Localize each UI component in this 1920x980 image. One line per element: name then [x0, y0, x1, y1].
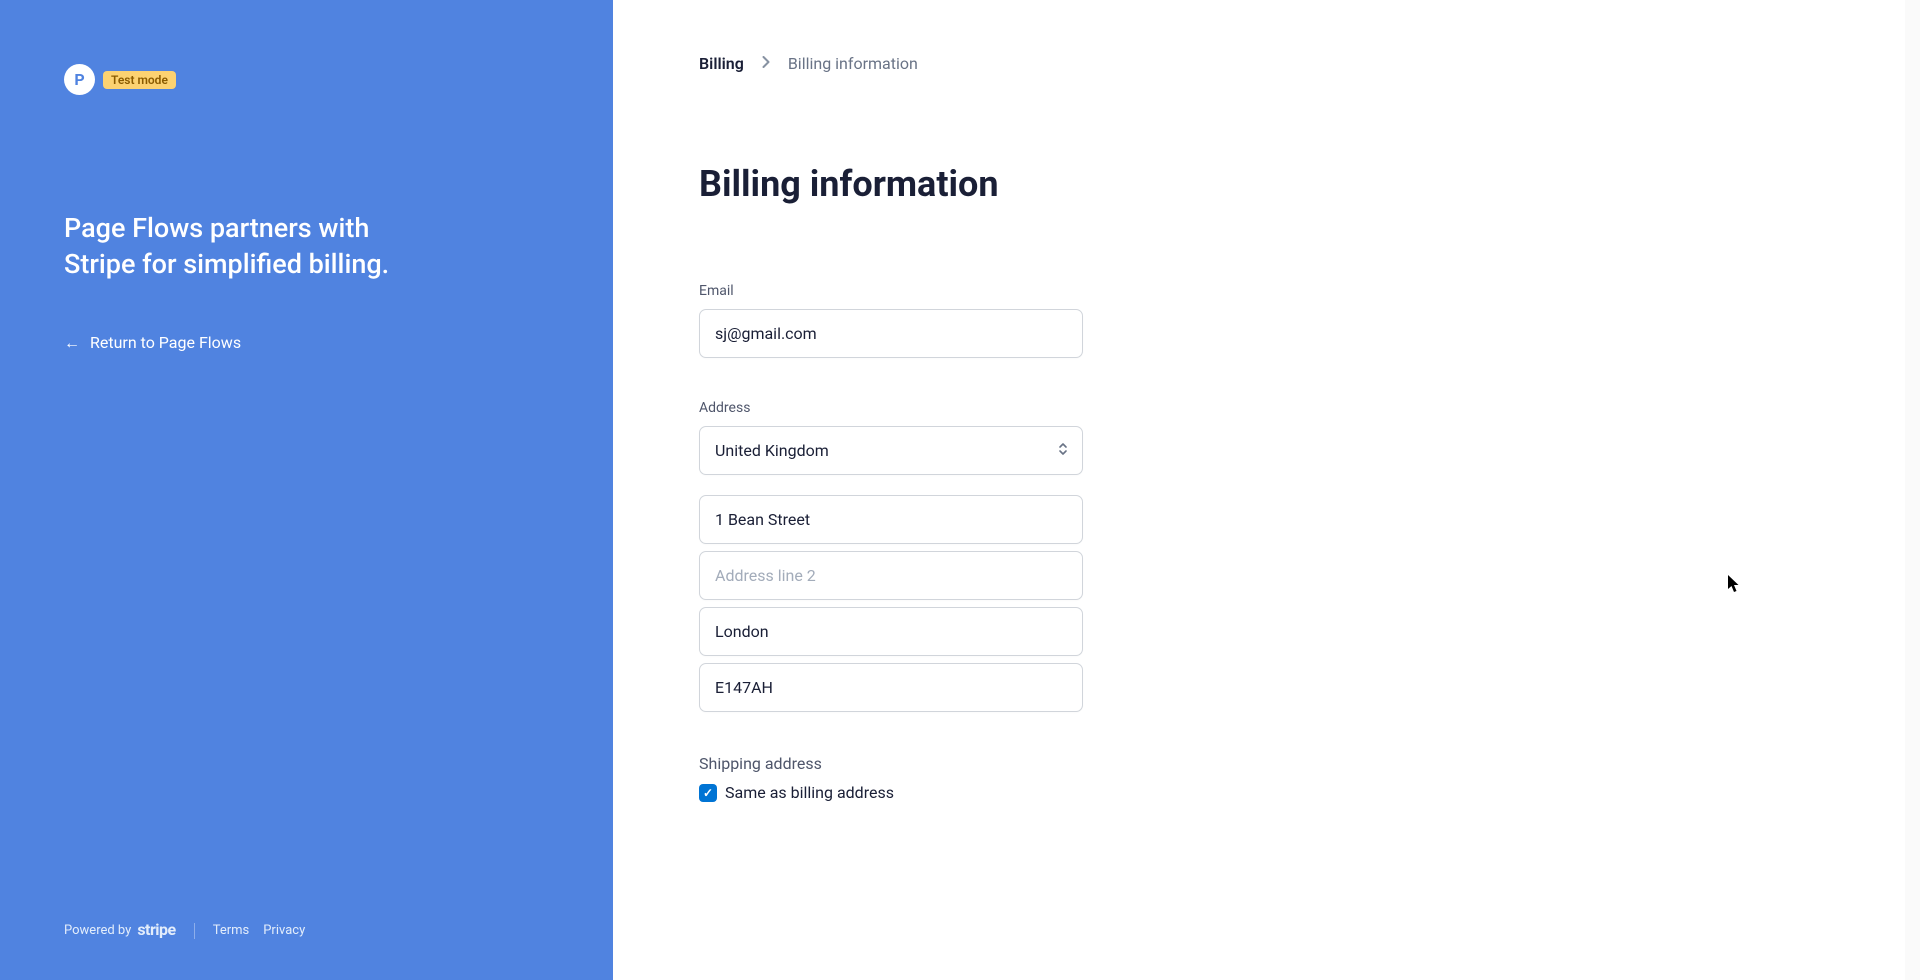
address-label: Address	[699, 400, 1083, 416]
scrollbar[interactable]	[1905, 0, 1920, 980]
footer-divider	[194, 923, 195, 939]
footer: Powered by stripe Terms Privacy	[64, 921, 305, 940]
chevron-right-icon	[762, 56, 770, 72]
same-as-billing-label: Same as billing address	[725, 783, 894, 802]
cursor-icon	[1728, 575, 1742, 597]
breadcrumb-parent[interactable]: Billing	[699, 54, 744, 73]
email-field[interactable]	[699, 309, 1083, 358]
terms-link[interactable]: Terms	[213, 923, 250, 938]
country-select[interactable]: United Kingdom	[699, 426, 1083, 475]
stripe-wordmark: stripe	[137, 920, 175, 939]
breadcrumb-current: Billing information	[788, 54, 918, 73]
brand-logo: P	[64, 64, 95, 95]
check-icon: ✓	[703, 786, 713, 800]
left-panel: P Test mode Page Flows partners with Str…	[0, 0, 613, 980]
brand-header: P Test mode	[64, 64, 549, 95]
city-field[interactable]	[699, 607, 1083, 656]
same-as-billing-checkbox[interactable]: ✓	[699, 784, 717, 802]
test-mode-badge: Test mode	[103, 71, 176, 89]
brand-logo-letter: P	[74, 70, 84, 89]
shipping-address-label: Shipping address	[699, 754, 1083, 773]
email-label: Email	[699, 283, 1083, 299]
powered-by: Powered by stripe	[64, 921, 176, 940]
breadcrumb: Billing Billing information	[699, 54, 1834, 73]
powered-by-label: Powered by	[64, 923, 131, 938]
postal-code-field[interactable]	[699, 663, 1083, 712]
footer-links: Terms Privacy	[213, 923, 306, 938]
arrow-left-icon: ←	[64, 333, 80, 353]
page-title: Billing information	[699, 163, 1834, 205]
return-link[interactable]: ← Return to Page Flows	[64, 333, 549, 353]
billing-form: Email Address United Kingdom Shippin	[699, 283, 1083, 802]
address-line1-field[interactable]	[699, 495, 1083, 544]
headline-text: Page Flows partners with Stripe for simp…	[64, 210, 444, 283]
right-panel: Billing Billing information Billing info…	[613, 0, 1920, 980]
return-link-label: Return to Page Flows	[90, 333, 241, 352]
address-line2-field[interactable]	[699, 551, 1083, 600]
privacy-link[interactable]: Privacy	[263, 923, 305, 938]
country-value: United Kingdom	[715, 441, 829, 460]
